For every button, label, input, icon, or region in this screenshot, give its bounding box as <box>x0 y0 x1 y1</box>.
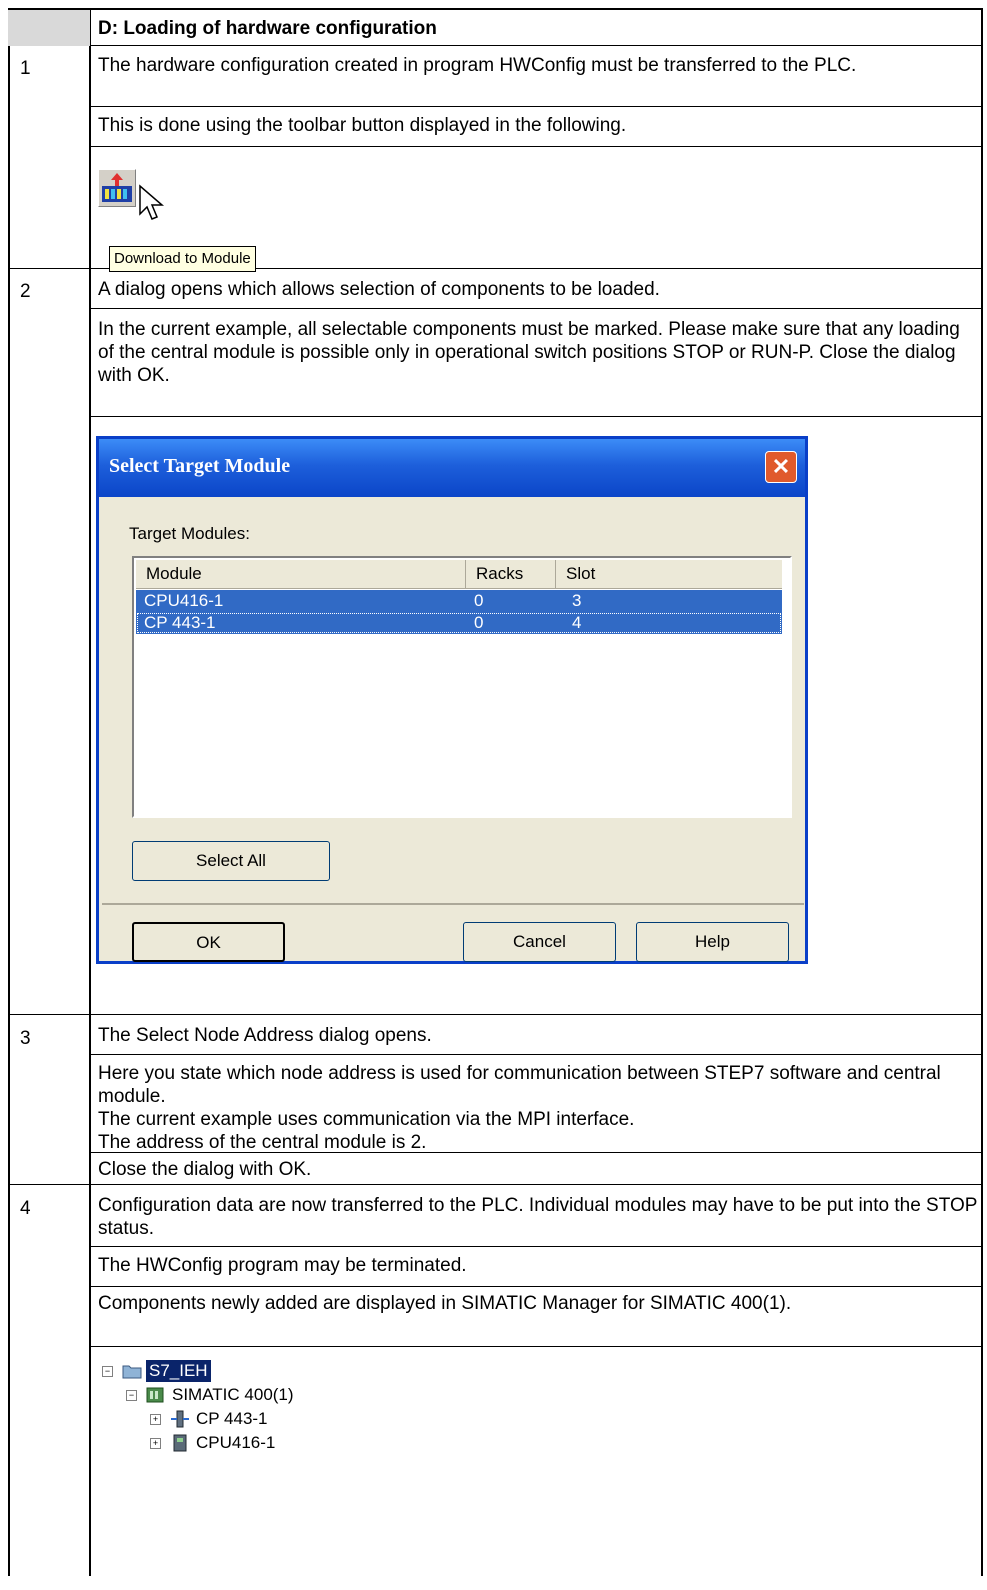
step-text: In the current example, all selectable c… <box>98 319 960 386</box>
step-text: This is done using the toolbar button di… <box>98 115 627 136</box>
expand-icon[interactable]: + <box>150 1414 161 1425</box>
tree-label: CP 443-1 <box>196 1409 268 1428</box>
step-text: The address of the central module is 2. <box>98 1132 427 1153</box>
paragraph-separator <box>90 1286 983 1287</box>
table-border-right <box>981 8 983 1576</box>
paragraph-separator <box>90 416 983 417</box>
step-number: 3 <box>20 1028 31 1049</box>
step-number: 4 <box>20 1198 31 1219</box>
download-to-module-icon <box>99 173 135 210</box>
step-text: The Select Node Address dialog opens. <box>98 1025 432 1046</box>
table-border-mid <box>89 8 91 1576</box>
tooltip: Download to Module <box>109 246 256 272</box>
dialog-divider <box>102 903 804 905</box>
racks-cell: 0 <box>474 613 484 632</box>
paragraph-separator <box>90 1346 983 1347</box>
slot-cell: 4 <box>572 613 582 632</box>
step-text: The hardware configuration created in pr… <box>98 55 857 76</box>
table-border <box>8 1014 983 1015</box>
simatic-manager-tree: − S7_IEH − SIMATIC 400(1) + CP 443-1 + C… <box>100 1360 400 1590</box>
column-header-slot[interactable]: Slot <box>556 560 782 588</box>
cancel-button[interactable]: Cancel <box>463 922 616 962</box>
paragraph-separator <box>90 308 983 309</box>
section-title: D: Loading of hardware configuration <box>98 18 437 39</box>
mouse-cursor-icon <box>138 184 166 229</box>
target-modules-label: Target Modules: <box>129 524 250 543</box>
table-border-top <box>8 8 983 10</box>
racks-cell: 0 <box>474 591 484 610</box>
module-cell: CP 443-1 <box>144 613 216 632</box>
select-target-module-dialog: Select Target Module ✕ Target Modules: M… <box>96 436 808 964</box>
column-header-module[interactable]: Module <box>136 560 466 588</box>
step-text: The current example uses communication v… <box>98 1109 635 1130</box>
list-header: Module Racks Slot <box>136 560 782 589</box>
download-to-module-button[interactable] <box>98 169 136 207</box>
collapse-icon[interactable]: − <box>102 1366 113 1377</box>
tree-label: SIMATIC 400(1) <box>172 1385 294 1404</box>
step-text: The HWConfig program may be terminated. <box>98 1255 467 1276</box>
step-text: Configuration data are now transferred t… <box>98 1195 978 1239</box>
column-header-racks[interactable]: Racks <box>466 560 556 588</box>
step-text: Here you state which node address is use… <box>98 1063 941 1107</box>
table-border <box>8 1184 983 1185</box>
step-text: A dialog opens which allows selection of… <box>98 279 660 300</box>
header-number-cell <box>8 10 90 46</box>
project-folder-icon <box>122 1362 142 1380</box>
step-text: Close the dialog with OK. <box>98 1159 312 1180</box>
table-border <box>8 45 983 46</box>
dialog-title: Select Target Module <box>109 455 291 477</box>
table-row[interactable]: CP 443-1 0 4 <box>136 612 782 634</box>
step-number: 2 <box>20 281 31 302</box>
select-all-button[interactable]: Select All <box>132 841 330 881</box>
tree-label: CPU416-1 <box>196 1433 276 1452</box>
table-border-left <box>8 8 10 1576</box>
network-module-icon <box>170 1410 189 1428</box>
target-modules-list[interactable]: Module Racks Slot CPU416-1 0 3 CP 443-1 … <box>132 556 792 818</box>
help-button[interactable]: Help <box>636 922 789 962</box>
tree-label: S7_IEH <box>146 1360 211 1382</box>
paragraph-separator <box>90 1246 983 1247</box>
module-cell: CPU416-1 <box>144 591 224 610</box>
collapse-icon[interactable]: − <box>126 1390 137 1401</box>
paragraph-separator <box>90 106 983 107</box>
expand-icon[interactable]: + <box>150 1438 161 1449</box>
step-text: Components newly added are displayed in … <box>98 1293 792 1314</box>
ok-button[interactable]: OK <box>132 922 285 962</box>
paragraph-separator <box>90 1054 983 1055</box>
paragraph-separator <box>90 146 983 147</box>
station-icon <box>146 1386 164 1404</box>
step-number: 1 <box>20 58 31 79</box>
paragraph-separator <box>90 1152 983 1153</box>
close-button[interactable]: ✕ <box>765 451 797 483</box>
document-table: D: Loading of hardware configuration 1 T… <box>8 8 985 1576</box>
cpu-module-icon <box>170 1434 188 1452</box>
slot-cell: 3 <box>572 591 582 610</box>
table-row[interactable]: CPU416-1 0 3 <box>136 590 782 612</box>
dialog-titlebar: Select Target Module ✕ <box>99 439 805 497</box>
